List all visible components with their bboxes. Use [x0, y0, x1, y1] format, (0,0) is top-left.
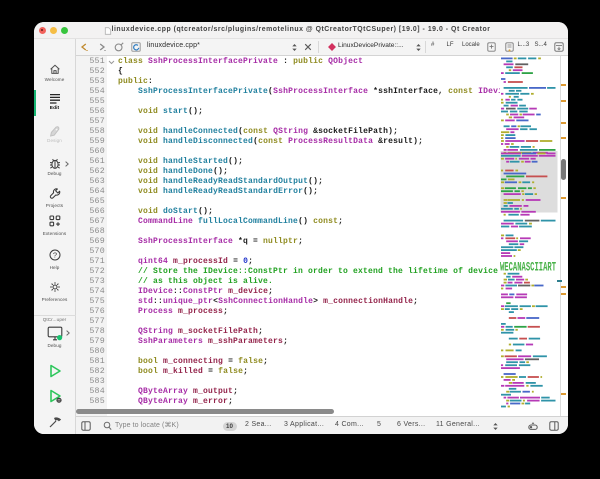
svg-text:?: ?	[52, 250, 56, 259]
svg-text:WECANASCIIART: WECANASCIIART	[500, 260, 556, 275]
